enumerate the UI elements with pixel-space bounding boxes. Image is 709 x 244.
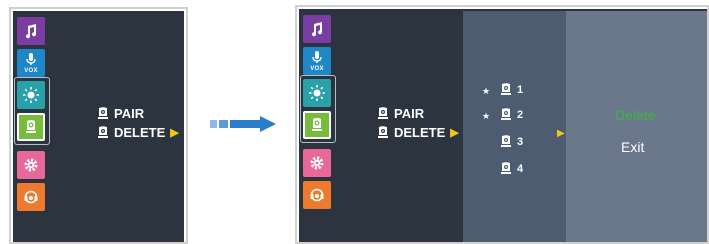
flow-arrow-icon — [210, 116, 276, 132]
menu-item-label: DELETE — [114, 125, 166, 140]
menu-item-pair[interactable]: PAIR — [377, 106, 424, 121]
menu-screen-after: VOX PAIR DELETE ▶ ★ 1 ★ 2 3 4 ▶ Delete E… — [295, 5, 709, 244]
music-icon[interactable] — [303, 15, 331, 43]
camera-icon — [501, 162, 511, 174]
camera-icon — [378, 125, 388, 138]
menu-item-label: PAIR — [114, 106, 145, 121]
vox-mic-icon[interactable]: VOX — [303, 47, 331, 75]
brightness-icon[interactable] — [303, 79, 331, 107]
camera-list-item[interactable]: 3 — [500, 135, 523, 149]
vox-mic-icon[interactable]: VOX — [17, 49, 45, 77]
settings-icon[interactable] — [303, 149, 331, 177]
exit-option[interactable]: Exit — [621, 139, 644, 155]
star-icon: ★ — [482, 111, 491, 121]
camera-number: 3 — [517, 136, 524, 148]
menu-item-label: PAIR — [394, 106, 425, 121]
options-panel: Delete Exit — [566, 11, 707, 242]
camera-icon — [378, 106, 388, 119]
menu-item-delete[interactable]: DELETE ▶ — [377, 125, 459, 140]
menu-screen-before: VOX PAIR DELETE ▶ — [9, 7, 188, 244]
star-icon: ★ — [482, 86, 491, 96]
support-icon[interactable] — [303, 181, 331, 209]
camera-list-item[interactable]: 2 — [500, 108, 523, 122]
support-icon[interactable] — [17, 183, 45, 211]
submenu-arrow-icon: ▶ — [450, 127, 459, 139]
screen-background: VOX PAIR DELETE ▶ ★ 1 ★ 2 3 4 ▶ Delete E… — [299, 9, 707, 242]
vox-label: VOX — [310, 66, 324, 72]
camera-list-panel: ★ 1 ★ 2 3 4 ▶ — [463, 11, 566, 242]
delete-option[interactable]: Delete — [615, 107, 655, 123]
submenu-arrow-icon: ▶ — [557, 128, 565, 139]
camera-icon — [501, 108, 511, 120]
music-icon[interactable] — [17, 17, 45, 45]
camera-icon — [98, 125, 108, 138]
menu-item-pair[interactable]: PAIR — [97, 106, 144, 121]
camera-icon — [501, 83, 511, 95]
settings-icon[interactable] — [17, 151, 45, 179]
submenu-arrow-icon: ▶ — [170, 127, 179, 139]
camera-list-item[interactable]: 4 — [500, 162, 523, 176]
camera-icon — [501, 135, 511, 147]
screen-background: VOX PAIR DELETE ▶ — [13, 11, 184, 242]
camera-list-item[interactable]: 1 — [500, 83, 523, 97]
camera-icon[interactable] — [303, 111, 331, 139]
camera-number: 4 — [517, 163, 524, 175]
brightness-icon[interactable] — [17, 81, 45, 109]
vox-label: VOX — [24, 68, 38, 74]
camera-icon — [98, 106, 108, 119]
camera-number: 2 — [517, 109, 524, 121]
menu-item-delete[interactable]: DELETE ▶ — [97, 125, 179, 140]
menu-item-label: DELETE — [394, 125, 446, 140]
camera-icon[interactable] — [17, 113, 45, 141]
camera-number: 1 — [517, 84, 524, 96]
